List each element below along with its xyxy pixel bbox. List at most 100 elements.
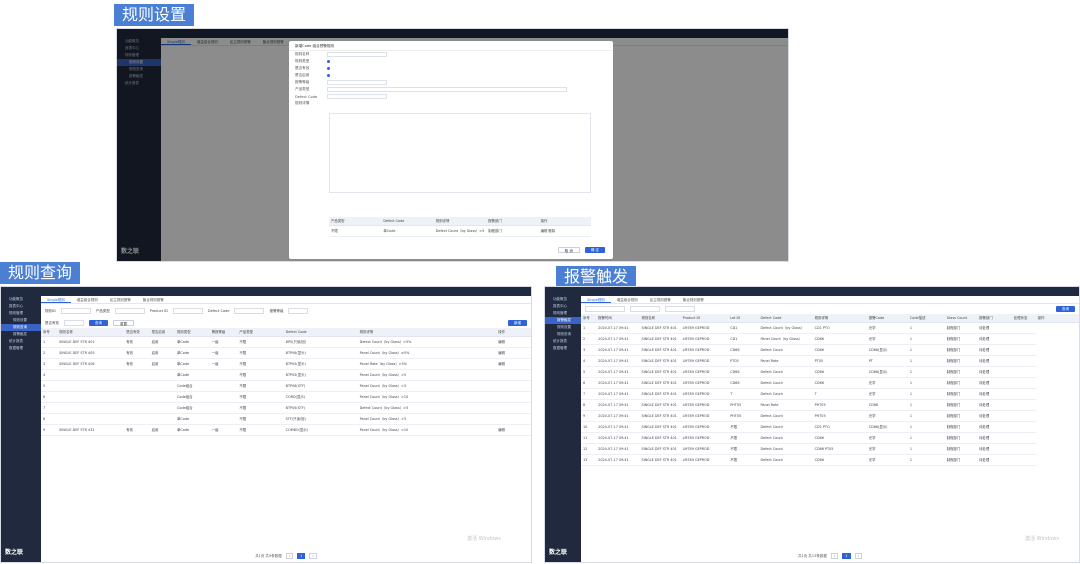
add-rule-button[interactable]: 新增 — [508, 320, 527, 326]
level-input[interactable] — [327, 80, 387, 85]
query-main: Single规则 增益组合规则 反主规则报警 聚合规则报警 规则ID 产品类型 … — [41, 296, 531, 562]
table-cell: Defect Count — [758, 454, 813, 466]
tab-reverse[interactable]: 反主规则报警 — [104, 296, 137, 303]
product-type-select[interactable] — [327, 87, 567, 92]
table-cell: 启用 — [149, 347, 176, 359]
alarm-row-actions[interactable] — [1011, 366, 1036, 378]
table-cell: Panel Count（by Glass）>10 — [357, 391, 497, 403]
table-cell: 2024-07-17 09:41 — [596, 432, 640, 444]
table-cell: 1 — [41, 336, 58, 348]
product-id-input[interactable] — [172, 308, 203, 314]
tab-gain[interactable]: 增益组合规则 — [71, 296, 104, 303]
pager-next[interactable]: › — [854, 553, 862, 559]
alarm-row-actions[interactable] — [1011, 421, 1036, 433]
table-row: 1 SINGLE DEF STR 401 有效 启用 单Code 一级 不限 BP0(只读/回… — [41, 336, 531, 348]
table-cell: 单Code — [175, 347, 210, 359]
pager-current-page[interactable]: 1 — [842, 553, 851, 559]
cancel-button[interactable]: 取 消 — [557, 247, 580, 253]
valid-select[interactable] — [64, 320, 84, 326]
alarm-row-actions[interactable] — [1011, 399, 1036, 411]
sidebar-item-rule-query[interactable]: 规则查询 — [1, 324, 41, 331]
table-cell — [57, 413, 125, 425]
sidebar-item-data[interactable]: 数据管理 — [1, 345, 41, 352]
modal-cell: 不限 — [329, 225, 382, 237]
sidebar-item-reports[interactable]: 报表中心 — [1, 303, 41, 310]
rule-id-input[interactable] — [60, 308, 91, 314]
alarm-row-actions[interactable] — [1011, 388, 1036, 400]
table-cell — [209, 380, 238, 392]
sidebar-item-alarm[interactable]: 报警触发 — [1, 331, 41, 338]
sidebar-item-overview[interactable]: 功能概览 — [1, 296, 41, 303]
table-cell: SINGLE DEF STR 401 — [639, 388, 681, 400]
product-type-select[interactable] — [114, 308, 145, 314]
sidebar-item-rule-settings[interactable]: 规则设置 — [1, 317, 41, 324]
search-button[interactable]: 查询 — [89, 320, 108, 326]
pager-current-page[interactable]: 1 — [297, 553, 306, 559]
alarm-row-actions[interactable] — [1011, 454, 1036, 466]
alarm-product-input[interactable] — [630, 306, 660, 312]
pager-next[interactable]: › — [309, 553, 317, 559]
sidebar-item-rule-settings[interactable]: 规则设置 — [545, 324, 581, 331]
table-cell: SINGLE DEF STR 401 — [639, 377, 681, 389]
alarm-row-actions[interactable] — [1011, 377, 1036, 389]
table-cell: 不限 — [728, 432, 759, 444]
confirm-button[interactable]: 确 定 — [584, 247, 605, 253]
edit-link[interactable]: 编辑 — [496, 347, 531, 359]
tab-aggregate[interactable]: 聚合规则报警 — [137, 296, 170, 303]
table-cell: 不限 — [237, 391, 284, 403]
table-cell: 制程部门 — [944, 355, 978, 367]
field-label-enabled: 是否启用 — [295, 73, 310, 77]
table-row: 10 2024-07-17 09:41 SINGLE DEF STR 401 LM78… — [581, 421, 1079, 433]
sidebar-item-stats[interactable]: 统计报表 — [545, 338, 581, 345]
sidebar-item-stats[interactable]: 统计报表 — [1, 338, 41, 345]
table-cell: PHT05 — [812, 410, 867, 422]
sidebar-item-rule-query[interactable]: 规则查询 — [545, 331, 581, 338]
rule-name-input[interactable] — [327, 52, 387, 57]
tab-single[interactable]: Single规则 — [581, 296, 611, 303]
table-row: 4 单Code 不限 BTP05(显头) Panel Count（by Glass）>5 — [41, 369, 531, 381]
valid-radio[interactable] — [327, 67, 330, 70]
alarm-code-input[interactable] — [665, 306, 695, 312]
table-row: 3 SINGLE DEF STR 406 有效 启用 单Code 一级 不限 BTP05(显头… — [41, 358, 531, 370]
defect-code-select[interactable] — [327, 94, 387, 99]
sidebar-item-rules[interactable]: 规则管理 — [1, 310, 41, 317]
tab-reverse[interactable]: 反主规则报警 — [644, 296, 677, 303]
edit-link[interactable]: 编辑 — [496, 424, 531, 436]
tab-single[interactable]: Single规则 — [41, 296, 71, 303]
pager-prev[interactable]: ‹ — [285, 553, 294, 559]
alarm-row-actions[interactable] — [1011, 322, 1036, 334]
sidebar-item-reports[interactable]: 报表中心 — [545, 303, 581, 310]
edit-link[interactable]: 编辑 — [496, 358, 531, 370]
modal-row-actions[interactable]: 编辑 删除 — [538, 225, 591, 237]
tab-aggregate[interactable]: 聚合规则报警 — [677, 296, 710, 303]
alarm-row-actions[interactable] — [1011, 355, 1036, 367]
sidebar-item-rules[interactable]: 规则管理 — [545, 310, 581, 317]
sidebar-item-overview[interactable]: 功能概览 — [545, 296, 581, 303]
edit-link[interactable]: 编辑 — [496, 336, 531, 348]
alarm-row-actions[interactable] — [1011, 443, 1036, 455]
alarm-time-range[interactable] — [585, 306, 625, 312]
table-cell: 制程部门 — [944, 421, 978, 433]
defect-code-select[interactable] — [234, 308, 265, 314]
tab-gain[interactable]: 增益组合规则 — [611, 296, 644, 303]
section-label-settings: 规则设置 — [114, 4, 195, 26]
table-cell: T — [728, 388, 759, 400]
alarm-row-actions[interactable] — [1011, 344, 1036, 356]
alarm-search-button[interactable]: 查询 — [1056, 306, 1075, 312]
sidebar-item-alarm[interactable]: 报警触发 — [545, 317, 581, 324]
alarm-sidebar: 功能概览 报表中心 规则管理 报警触发 规则设置 规则查询 统计报表 数据管理 … — [545, 296, 581, 562]
alarm-row-actions[interactable] — [1011, 333, 1036, 345]
reset-button[interactable]: 重置 — [113, 320, 134, 326]
type-radio[interactable] — [327, 60, 330, 63]
pager-prev[interactable]: ‹ — [830, 553, 839, 559]
alarm-row-actions[interactable] — [1011, 410, 1036, 422]
alarm-col-header: Glass Count — [944, 314, 978, 323]
table-cell — [124, 380, 150, 392]
table-cell: 一级 — [209, 336, 238, 348]
alarm-row-actions[interactable] — [1011, 432, 1036, 444]
level-select[interactable] — [288, 308, 309, 314]
table-cell: 7 — [581, 388, 597, 400]
sidebar-item-data[interactable]: 数据管理 — [545, 345, 581, 352]
modal-cell: Defect Count（by Glass）>5 — [433, 225, 487, 237]
enabled-radio[interactable] — [327, 74, 330, 77]
